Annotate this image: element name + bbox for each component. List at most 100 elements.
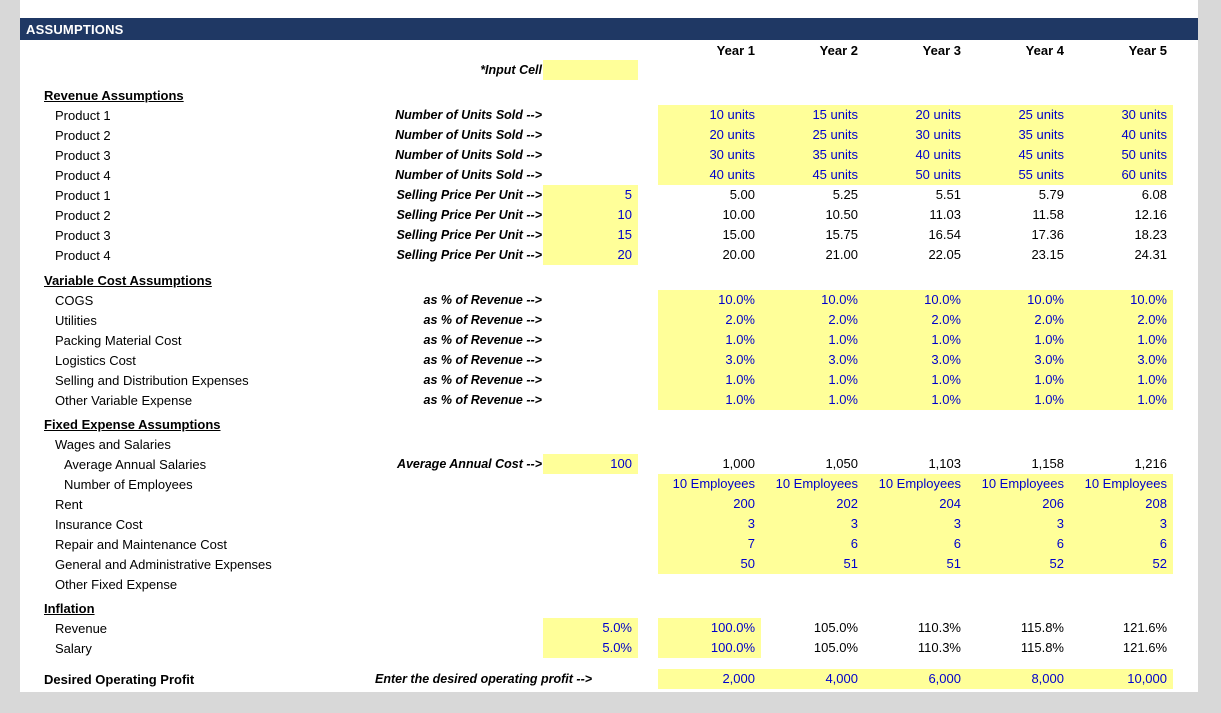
row-input-cell[interactable] xyxy=(543,534,638,554)
cell-y4[interactable]: 55 units xyxy=(967,165,1070,185)
cell-y1[interactable]: 100.0% xyxy=(658,638,761,658)
cell-y5[interactable]: 10 Employees xyxy=(1070,474,1173,494)
cell-y2[interactable]: 3.0% xyxy=(761,350,864,370)
cell-y3[interactable]: 51 xyxy=(864,554,967,574)
cell-y2[interactable]: 45 units xyxy=(761,165,864,185)
cell-y3[interactable]: 10.0% xyxy=(864,290,967,310)
cell-y4[interactable]: 1.0% xyxy=(967,390,1070,410)
cell-y5[interactable]: 60 units xyxy=(1070,165,1173,185)
cell-y3[interactable]: 50 units xyxy=(864,165,967,185)
cell-y5[interactable]: 3 xyxy=(1070,514,1173,534)
cell-y4[interactable]: 10.0% xyxy=(967,290,1070,310)
cell-y5[interactable]: 52 xyxy=(1070,554,1173,574)
cell-y1[interactable]: 3 xyxy=(658,514,761,534)
cell-y2[interactable]: 202 xyxy=(761,494,864,514)
cell-y3[interactable]: 6,000 xyxy=(864,669,967,689)
cell-y1[interactable]: 40 units xyxy=(658,165,761,185)
cell-y3[interactable]: 2.0% xyxy=(864,310,967,330)
cell-y1[interactable]: 7 xyxy=(658,534,761,554)
cell-y5[interactable]: 3.0% xyxy=(1070,350,1173,370)
row-input-cell[interactable] xyxy=(543,165,638,185)
cell-y4[interactable]: 25 units xyxy=(967,105,1070,125)
cell-y1[interactable]: 100.0% xyxy=(658,618,761,638)
row-input-cell[interactable] xyxy=(543,514,638,534)
cell-y4[interactable] xyxy=(967,574,1070,594)
cell-y5[interactable]: 1.0% xyxy=(1070,390,1173,410)
cell-y1[interactable]: 10 units xyxy=(658,105,761,125)
row-input-cell[interactable] xyxy=(543,370,638,390)
row-input-cell[interactable]: 100 xyxy=(543,454,638,474)
row-input-cell[interactable] xyxy=(543,390,638,410)
cell-y2[interactable]: 10 Employees xyxy=(761,474,864,494)
cell-y1[interactable]: 30 units xyxy=(658,145,761,165)
row-input-cell[interactable]: 5.0% xyxy=(543,618,638,638)
cell-y4[interactable]: 2.0% xyxy=(967,310,1070,330)
cell-y4[interactable]: 1.0% xyxy=(967,370,1070,390)
cell-y5[interactable]: 6 xyxy=(1070,534,1173,554)
cell-y2[interactable] xyxy=(761,574,864,594)
cell-y1[interactable]: 1.0% xyxy=(658,330,761,350)
cell-y2[interactable]: 15 units xyxy=(761,105,864,125)
row-input-cell[interactable] xyxy=(543,310,638,330)
row-input-cell[interactable]: 15 xyxy=(543,225,638,245)
cell-y5[interactable]: 10,000 xyxy=(1070,669,1173,689)
cell-y2[interactable]: 51 xyxy=(761,554,864,574)
cell-y3[interactable]: 3.0% xyxy=(864,350,967,370)
cell-y3[interactable]: 1.0% xyxy=(864,390,967,410)
row-input-cell[interactable] xyxy=(543,125,638,145)
cell-y1[interactable]: 200 xyxy=(658,494,761,514)
row-input-cell[interactable]: 10 xyxy=(543,205,638,225)
row-input-cell[interactable] xyxy=(543,574,638,594)
cell-y4[interactable]: 3.0% xyxy=(967,350,1070,370)
cell-y2[interactable]: 4,000 xyxy=(761,669,864,689)
cell-y4[interactable]: 45 units xyxy=(967,145,1070,165)
cell-y1[interactable]: 10.0% xyxy=(658,290,761,310)
cell-y2[interactable]: 3 xyxy=(761,514,864,534)
cell-y1[interactable]: 10 Employees xyxy=(658,474,761,494)
cell-y4[interactable]: 8,000 xyxy=(967,669,1070,689)
row-input-cell[interactable] xyxy=(543,330,638,350)
cell-y4[interactable]: 3 xyxy=(967,514,1070,534)
cell-y5[interactable]: 50 units xyxy=(1070,145,1173,165)
cell-y3[interactable]: 20 units xyxy=(864,105,967,125)
cell-y3[interactable]: 40 units xyxy=(864,145,967,165)
cell-y2[interactable]: 35 units xyxy=(761,145,864,165)
cell-y5[interactable]: 10.0% xyxy=(1070,290,1173,310)
cell-y1[interactable]: 3.0% xyxy=(658,350,761,370)
cell-y5[interactable]: 30 units xyxy=(1070,105,1173,125)
cell-y1[interactable]: 20 units xyxy=(658,125,761,145)
row-input-cell[interactable] xyxy=(543,105,638,125)
cell-y5[interactable]: 40 units xyxy=(1070,125,1173,145)
cell-y5[interactable]: 208 xyxy=(1070,494,1173,514)
cell-y3[interactable]: 6 xyxy=(864,534,967,554)
row-input-cell[interactable]: 5.0% xyxy=(543,638,638,658)
row-input-cell[interactable] xyxy=(543,350,638,370)
cell-y5[interactable]: 1.0% xyxy=(1070,370,1173,390)
cell-y1[interactable]: 1.0% xyxy=(658,390,761,410)
desired-operating-profit-input[interactable] xyxy=(543,669,638,689)
cell-y1[interactable]: 2,000 xyxy=(658,669,761,689)
cell-y3[interactable]: 1.0% xyxy=(864,370,967,390)
cell-y2[interactable]: 1.0% xyxy=(761,330,864,350)
row-input-cell[interactable] xyxy=(543,554,638,574)
cell-y2[interactable]: 1.0% xyxy=(761,370,864,390)
cell-y4[interactable]: 52 xyxy=(967,554,1070,574)
cell-y5[interactable]: 1.0% xyxy=(1070,330,1173,350)
cell-y4[interactable]: 206 xyxy=(967,494,1070,514)
cell-y2[interactable]: 1.0% xyxy=(761,390,864,410)
cell-y3[interactable]: 204 xyxy=(864,494,967,514)
cell-y3[interactable] xyxy=(864,574,967,594)
row-input-cell[interactable] xyxy=(543,474,638,494)
row-input-cell[interactable] xyxy=(543,145,638,165)
cell-y2[interactable]: 2.0% xyxy=(761,310,864,330)
cell-y3[interactable]: 1.0% xyxy=(864,330,967,350)
cell-y2[interactable]: 10.0% xyxy=(761,290,864,310)
cell-y3[interactable]: 3 xyxy=(864,514,967,534)
cell-y4[interactable]: 6 xyxy=(967,534,1070,554)
cell-y5[interactable] xyxy=(1070,574,1173,594)
cell-y4[interactable]: 1.0% xyxy=(967,330,1070,350)
cell-y4[interactable]: 35 units xyxy=(967,125,1070,145)
cell-y5[interactable]: 2.0% xyxy=(1070,310,1173,330)
cell-y1[interactable]: 1.0% xyxy=(658,370,761,390)
row-input-cell[interactable] xyxy=(543,290,638,310)
